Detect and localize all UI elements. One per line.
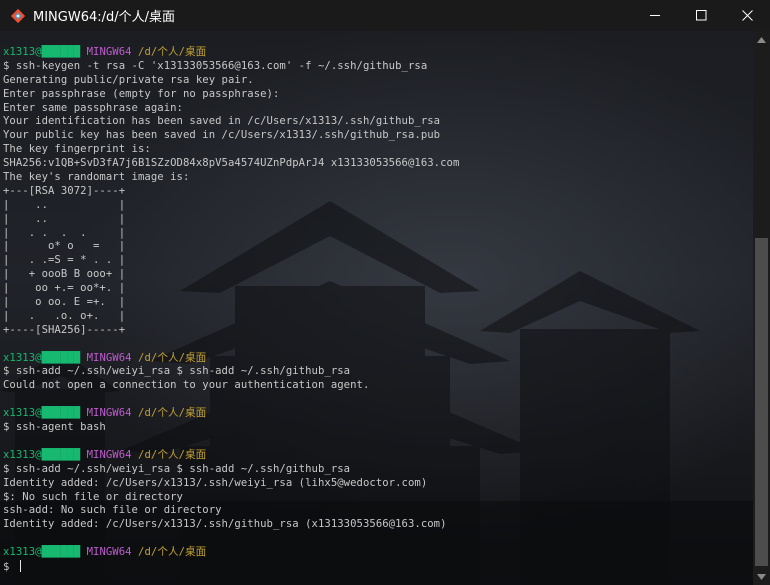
maximize-icon[interactable] bbox=[678, 0, 724, 31]
close-icon[interactable] bbox=[724, 0, 770, 31]
prompt-host: ██████ bbox=[41, 351, 81, 364]
output-line: | o* o = | bbox=[3, 240, 126, 253]
terminal-pane[interactable]: x1313@██████ MINGW64 /d/个人/桌面 $ ssh-keyge… bbox=[0, 31, 753, 585]
scroll-down-icon[interactable] bbox=[753, 568, 770, 585]
prompt-path: /d/个人/桌面 bbox=[138, 407, 207, 420]
prompt-host: ██████ bbox=[41, 448, 81, 461]
output-line: +---[RSA 3072]----+ bbox=[3, 184, 126, 197]
prompt-path: /d/个人/桌面 bbox=[138, 351, 207, 364]
window-title: MINGW64:/d/个人/桌面 bbox=[33, 10, 176, 25]
output-line: $ ssh-add ~/.ssh/weiyi_rsa $ ssh-add ~/.… bbox=[3, 462, 351, 475]
output-line: Enter same passphrase again: bbox=[3, 101, 183, 114]
prompt-mingw: MINGW64 bbox=[86, 448, 132, 461]
prompt-path: /d/个人/桌面 bbox=[138, 46, 207, 58]
output-line: $: No such file or directory bbox=[3, 490, 183, 503]
prompt-user: x1313@ bbox=[3, 351, 42, 364]
title-bar[interactable]: MINGW64:/d/个人/桌面 bbox=[0, 0, 770, 31]
prompt-mingw: MINGW64 bbox=[86, 46, 132, 58]
minimize-icon[interactable] bbox=[632, 0, 678, 31]
window-controls bbox=[632, 0, 770, 31]
prompt-line: x1313@██████ MINGW64 /d/个人/桌面 bbox=[3, 407, 753, 421]
prompt-line: x1313@██████ MINGW64 /d/个人/桌面 bbox=[3, 449, 753, 463]
output-line: ssh-add: No such file or directory bbox=[3, 504, 222, 517]
prompt-mingw: MINGW64 bbox=[86, 351, 132, 364]
output-line: Your identification has been saved in /c… bbox=[3, 115, 441, 128]
prompt-host: ██████ bbox=[41, 546, 81, 559]
output-line: +----[SHA256]-----+ bbox=[3, 323, 126, 336]
prompt-user: x1313@ bbox=[3, 546, 42, 559]
scrollbar-thumb[interactable] bbox=[755, 238, 768, 566]
output-line: | o oo. E =+. | bbox=[3, 296, 126, 309]
output-line: Identity added: /c/Users/x1313/.ssh/gith… bbox=[3, 518, 447, 531]
prompt-path: /d/个人/桌面 bbox=[138, 448, 207, 461]
git-bash-icon[interactable] bbox=[10, 8, 26, 24]
output-line: The key's randomart image is: bbox=[3, 171, 190, 184]
output-line: | . .=S = * . . | bbox=[3, 254, 126, 267]
prompt-line: x1313@██████ MINGW64 /d/个人/桌面 bbox=[3, 352, 753, 366]
prompt-line: x1313@██████ MINGW64 /d/个人/桌面 bbox=[3, 546, 753, 560]
command-input-line[interactable]: $ bbox=[3, 559, 753, 574]
output-line: $ ssh-agent bash bbox=[3, 421, 106, 434]
prompt-mingw: MINGW64 bbox=[86, 546, 132, 559]
terminal-window: MINGW64:/d/个人/桌面 x1313@██████ MINGW64 /d… bbox=[0, 0, 770, 585]
text-cursor bbox=[19, 559, 21, 572]
output-line: Enter passphrase (empty for no passphras… bbox=[3, 87, 280, 100]
output-line: | .. | bbox=[3, 212, 126, 225]
output-line: | + oooB B ooo+ | bbox=[3, 268, 126, 281]
prompt-host: ██████ bbox=[41, 407, 81, 420]
prompt-user: x1313@ bbox=[3, 448, 42, 461]
output-line: SHA256:v1QB+SvD3fA7j6B1SZzOD84x8pV5a4574… bbox=[3, 157, 460, 170]
prompt-line: x1313@██████ MINGW64 /d/个人/桌面 bbox=[3, 46, 753, 60]
output-line: Could not open a connection to your auth… bbox=[3, 379, 370, 392]
prompt-mingw: MINGW64 bbox=[86, 407, 132, 420]
prompt-host: ██████ bbox=[41, 46, 81, 58]
prompt-path: /d/个人/桌面 bbox=[138, 546, 207, 559]
prompt-user: x1313@ bbox=[3, 46, 42, 58]
terminal-output: x1313@██████ MINGW64 /d/个人/桌面 $ ssh-keyge… bbox=[3, 46, 753, 574]
output-line: | .. | bbox=[3, 198, 126, 211]
output-line: Your public key has been saved in /c/Use… bbox=[3, 129, 441, 142]
prompt-user: x1313@ bbox=[3, 407, 42, 420]
scroll-up-icon[interactable] bbox=[753, 31, 770, 48]
output-line: $ ssh-add ~/.ssh/weiyi_rsa $ ssh-add ~/.… bbox=[3, 365, 351, 378]
vertical-scrollbar[interactable] bbox=[753, 31, 770, 585]
output-line: | oo +.= oo*+. | bbox=[3, 282, 126, 295]
output-line: Identity added: /c/Users/x1313/.ssh/weiy… bbox=[3, 476, 428, 489]
output-line: | . .o. o+. | bbox=[3, 309, 126, 322]
output-line: $ ssh-keygen -t rsa -C 'x13133053566@163… bbox=[3, 59, 428, 72]
input-prompt: $ bbox=[3, 560, 16, 573]
output-line: Generating public/private rsa key pair. bbox=[3, 73, 254, 86]
output-line: The key fingerprint is: bbox=[3, 143, 151, 156]
output-line: | . . . . | bbox=[3, 226, 126, 239]
